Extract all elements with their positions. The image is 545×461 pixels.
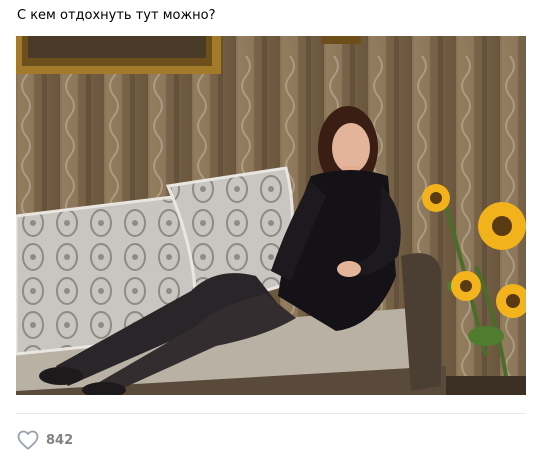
post-photo[interactable] — [16, 36, 526, 395]
post-divider — [16, 413, 526, 414]
post-text: С кем отдохнуть тут можно? — [17, 8, 216, 23]
like-button[interactable]: 842 — [16, 428, 73, 452]
heart-outline-icon — [16, 428, 40, 452]
wall-post: С кем отдохнуть тут можно? 842 — [0, 0, 545, 461]
photo-illustration — [16, 36, 526, 395]
like-count: 842 — [46, 432, 74, 448]
